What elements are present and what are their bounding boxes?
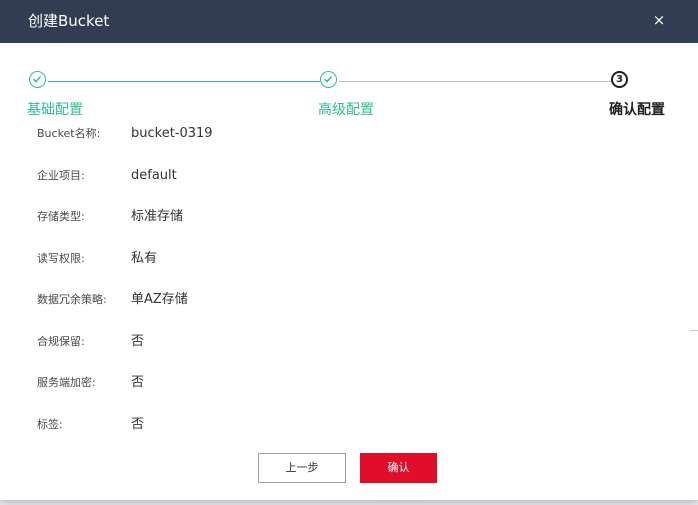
confirm-button[interactable]: 确认 <box>360 453 437 483</box>
field-label: 存储类型: <box>37 210 85 223</box>
field-label: 数据冗余策略: <box>37 293 107 306</box>
step-indicator: 3 基础配置 高级配置 确认配置 <box>0 60 698 125</box>
field-value: 标准存储 <box>131 209 184 224</box>
step-1-label: 基础配置 <box>27 102 83 118</box>
field-value: 单AZ存储 <box>131 292 188 307</box>
step-2-check-icon <box>320 71 337 88</box>
step-2-label: 高级配置 <box>318 102 374 118</box>
step-1-check-icon <box>29 71 46 88</box>
field-row-storage-class: 存储类型: 标准存储 <box>0 207 698 227</box>
step-3-label: 确认配置 <box>609 102 665 118</box>
field-label: Bucket名称: <box>37 127 101 140</box>
field-row-compliance-retention: 合规保留: 否 <box>0 332 698 352</box>
create-bucket-dialog: 创建Bucket × 3 基础配置 高级配置 确认配置 Bucket名称: bu… <box>0 0 698 500</box>
field-label: 读写权限: <box>37 252 85 265</box>
dialog-title: 创建Bucket <box>28 12 110 30</box>
field-label: 合规保留: <box>37 335 85 348</box>
field-value: bucket-0319 <box>131 126 213 141</box>
field-row-bucket-name: Bucket名称: bucket-0319 <box>0 124 698 144</box>
field-value: 私有 <box>131 251 158 266</box>
field-value: 否 <box>131 375 145 390</box>
field-value: 否 <box>131 334 145 349</box>
field-value: default <box>131 168 177 183</box>
dialog-header: 创建Bucket × <box>0 0 698 43</box>
step-3-number-badge: 3 <box>611 71 628 88</box>
field-value: 否 <box>131 417 145 432</box>
step-connector-1 <box>48 81 320 82</box>
field-row-enterprise-project: 企业项目: default <box>0 166 698 186</box>
field-label: 标签: <box>37 418 63 431</box>
step-3-number: 3 <box>616 74 623 85</box>
background-edge <box>690 330 698 331</box>
field-label: 服务端加密: <box>37 376 96 389</box>
field-label: 企业项目: <box>37 169 85 182</box>
field-row-server-encryption: 服务端加密: 否 <box>0 373 698 393</box>
previous-step-button[interactable]: 上一步 <box>258 453 346 483</box>
field-row-tags: 标签: 否 <box>0 415 698 435</box>
field-row-access-permission: 读写权限: 私有 <box>0 249 698 269</box>
step-connector-2 <box>339 81 611 82</box>
field-row-redundancy-policy: 数据冗余策略: 单AZ存储 <box>0 290 698 310</box>
close-icon[interactable]: × <box>651 10 667 30</box>
